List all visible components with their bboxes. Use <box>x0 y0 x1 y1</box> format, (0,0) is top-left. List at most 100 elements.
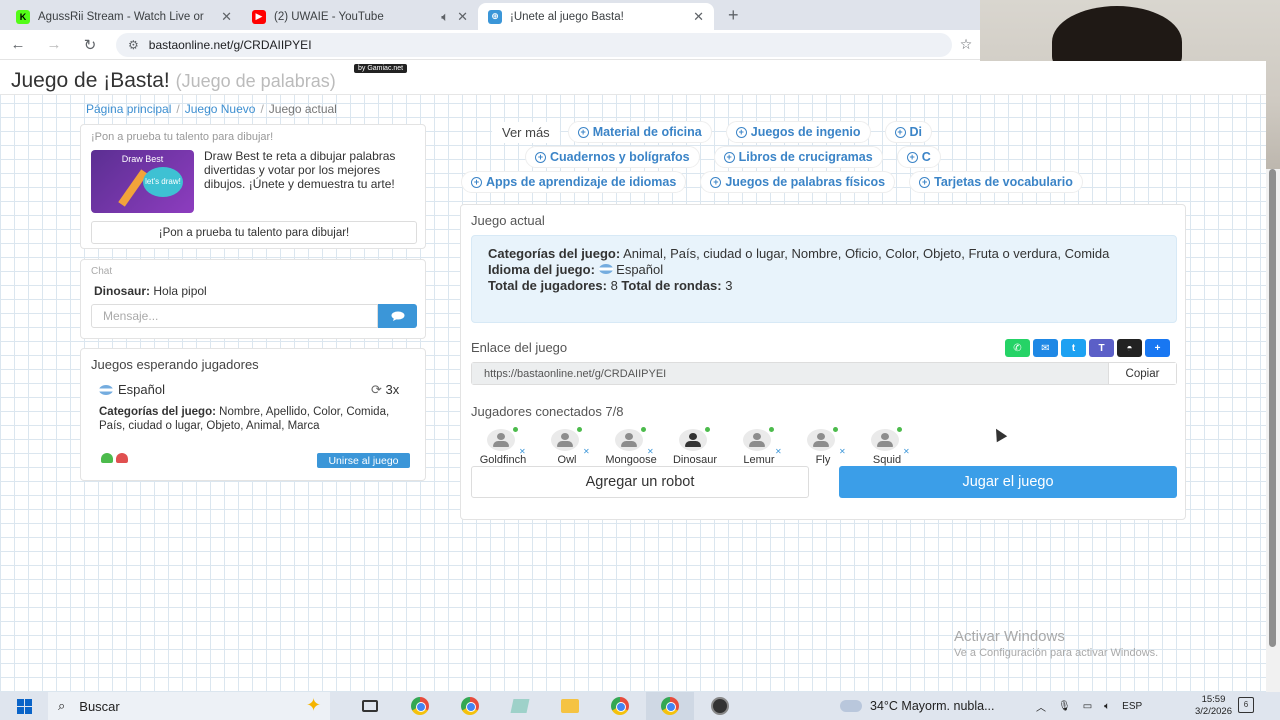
tag-cuadernos[interactable]: + Cuadernos y bolígrafos <box>525 146 700 168</box>
play-game-button[interactable]: Jugar el juego <box>839 466 1177 498</box>
player-lemur[interactable]: ✕ Lemur <box>727 427 791 466</box>
player-squid[interactable]: ✕ Squid <box>855 427 919 466</box>
tag-material-oficina[interactable]: + Material de oficina <box>567 121 712 143</box>
breadcrumb-home-link[interactable]: Página principal <box>86 102 171 116</box>
game-info-box: Categorías del juego: Animal, País, ciud… <box>471 235 1177 323</box>
join-game-button[interactable]: Unirse al juego <box>317 453 410 468</box>
taskbar-obs[interactable] <box>696 692 744 720</box>
taskbar-chrome-1[interactable] <box>396 692 444 720</box>
game-language-text: Español <box>616 262 664 277</box>
new-tab-icon[interactable]: + <box>728 5 739 26</box>
game-link-input[interactable]: https://bastaonline.net/g/CRDAIIPYEI <box>472 363 1108 384</box>
tag-label: Cuadernos y bolígrafos <box>550 150 690 164</box>
tag-row-1: Ver más + Material de oficina + Juegos de … <box>492 121 946 143</box>
tag-label: Juegos de ingenio <box>750 125 861 139</box>
chevron-up-icon[interactable]: ︿ <box>1036 699 1046 714</box>
taskbar-chrome-3[interactable] <box>596 692 644 720</box>
twitter-icon[interactable]: t <box>1061 339 1086 357</box>
tab-kick[interactable]: K AgussRii Stream - Watch Live or ✕ <box>6 3 242 30</box>
add-robot-button[interactable]: Agregar un robot <box>471 466 809 498</box>
task-view-button[interactable] <box>346 692 394 720</box>
whatsapp-icon[interactable]: ✆ <box>1005 339 1030 357</box>
player-mongoose[interactable]: ✕ Mongoose <box>599 427 663 466</box>
forward-arrow-icon[interactable]: → <box>36 36 72 53</box>
draw-best-image[interactable]: Draw Best let's draw! <box>91 150 194 213</box>
folder-icon <box>561 699 579 713</box>
snapchat-icon[interactable]: ◓ <box>1117 339 1142 357</box>
player-goldfinch[interactable]: ✕ Goldfinch <box>471 427 535 466</box>
bookmark-star-icon[interactable]: ☆ <box>952 36 980 53</box>
obs-icon <box>711 697 729 715</box>
copy-link-button[interactable]: Copiar <box>1108 363 1176 384</box>
close-tab-icon[interactable]: ✕ <box>457 9 468 25</box>
taskbar-clock[interactable]: 15:59 3/2/2026 <box>1195 694 1232 718</box>
tab-basta[interactable]: ⊕ ¡Únete al juego Basta! ✕ <box>478 3 714 30</box>
messenger-icon[interactable]: ✉ <box>1033 339 1058 357</box>
waiting-categories-label: Categorías del juego: <box>99 406 216 418</box>
taskbar-weather[interactable]: 34°C Mayorm. nubla... <box>840 692 995 720</box>
taskbar-apps <box>346 692 744 720</box>
player-fly[interactable]: ✕ Fly <box>791 427 855 466</box>
chat-send-button[interactable] <box>378 304 417 328</box>
kick-favicon-icon: K <box>16 9 30 24</box>
tag-truncated-1[interactable]: + Di <box>884 121 932 143</box>
chrome-icon <box>461 697 479 715</box>
volume-icon[interactable]: 🔈︎ <box>1104 701 1110 712</box>
tag-apps-idiomas[interactable]: + Apps de aprendizaje de idiomas <box>461 171 687 193</box>
language-indicator[interactable]: ESP <box>1122 701 1142 712</box>
plus-circle-icon: + <box>894 126 906 138</box>
tag-juegos-ingenio[interactable]: + Juegos de ingenio <box>725 121 871 143</box>
site-header: Juego de ¡Basta! (Juego de palabras) by … <box>0 61 1266 95</box>
player-joined-icon <box>101 453 113 463</box>
notes-app-icon <box>510 699 530 713</box>
windows-taskbar: ⌕ Buscar ✦ 34°C Mayorm. nubla... ︿ 🎙︎ ▭ … <box>0 692 1280 720</box>
tag-tarjetas-vocabulario[interactable]: + Tarjetas de vocabulario <box>909 171 1083 193</box>
taskbar-chrome-2[interactable] <box>446 692 494 720</box>
promo-button[interactable]: ¡Pon a prueba tu talento para dibujar! <box>91 221 417 244</box>
tag-truncated-2[interactable]: + C <box>896 146 941 168</box>
site-title[interactable]: Juego de ¡Basta! (Juego de palabras) <box>11 69 336 93</box>
notification-center-icon[interactable]: 6 <box>1238 697 1254 713</box>
breadcrumb-new-game-link[interactable]: Juego Nuevo <box>185 102 256 116</box>
player-owl[interactable]: ✕ Owl <box>535 427 599 466</box>
taskbar-search[interactable]: ⌕ Buscar ✦ <box>48 692 330 720</box>
network-icon[interactable]: ▭ <box>1083 701 1092 712</box>
online-dot-icon <box>705 427 710 432</box>
tab-youtube[interactable]: ▶ (2) UWAIE - YouTube 🔈︎ ✕ <box>242 3 478 30</box>
taskbar-search-placeholder: Buscar <box>79 698 120 714</box>
share-more-icon[interactable]: + <box>1145 339 1170 357</box>
online-dot-icon <box>833 427 838 432</box>
chat-input[interactable]: Mensaje... <box>91 304 378 328</box>
site-info-icon[interactable]: ⚙︎ <box>128 38 139 52</box>
back-arrow-icon[interactable]: ← <box>0 36 36 53</box>
watermark-subtitle: Ve a Configuración para activar Windows. <box>954 647 1159 659</box>
teams-icon[interactable]: T <box>1089 339 1114 357</box>
tag-crucigramas[interactable]: + Libros de crucigramas <box>713 146 883 168</box>
taskbar-explorer[interactable] <box>546 692 594 720</box>
page-scrollbar-thumb[interactable] <box>1269 169 1276 647</box>
gamiac-badge[interactable]: by Gamiac.net <box>354 64 408 73</box>
speech-bubble-icon <box>391 311 404 321</box>
tag-juegos-palabras[interactable]: + Juegos de palabras físicos <box>700 171 896 193</box>
speaker-icon[interactable]: 🔈︎ <box>441 9 449 25</box>
url-text: bastaonline.net/g/CRDAIIPYEI <box>148 37 312 52</box>
url-field[interactable]: ⚙︎ bastaonline.net/g/CRDAIIPYEI <box>116 32 952 57</box>
task-view-icon <box>362 700 378 712</box>
site-subtitle: (Juego de palabras) <box>175 71 336 91</box>
breadcrumb: Página principal / Juego Nuevo / Juego actua… <box>86 102 337 116</box>
taskbar-notes[interactable] <box>496 692 544 720</box>
plus-circle-icon: + <box>710 176 722 188</box>
microphone-icon[interactable]: 🎙︎ <box>1058 701 1071 712</box>
player-dinosaur[interactable]: Dinosaur <box>663 427 727 466</box>
waiting-categories: Categorías del juego: Nombre, Apellido, … <box>99 405 409 433</box>
chat-panel: Chat Dinosaur: Hola pipol Mensaje... <box>80 259 426 339</box>
tag-label: Di <box>909 125 923 139</box>
reload-icon[interactable]: ↻ <box>72 36 108 54</box>
waiting-games-panel: Juegos esperando jugadores Español ⟳ 3x … <box>80 348 426 481</box>
close-tab-icon[interactable]: ✕ <box>693 9 704 25</box>
player-name: Dinosaur <box>672 454 718 466</box>
close-tab-icon[interactable]: ✕ <box>221 9 232 25</box>
windows-start-button[interactable] <box>0 698 48 714</box>
draw-best-image-title: Draw Best <box>121 154 164 164</box>
taskbar-chrome-active[interactable] <box>646 692 694 720</box>
